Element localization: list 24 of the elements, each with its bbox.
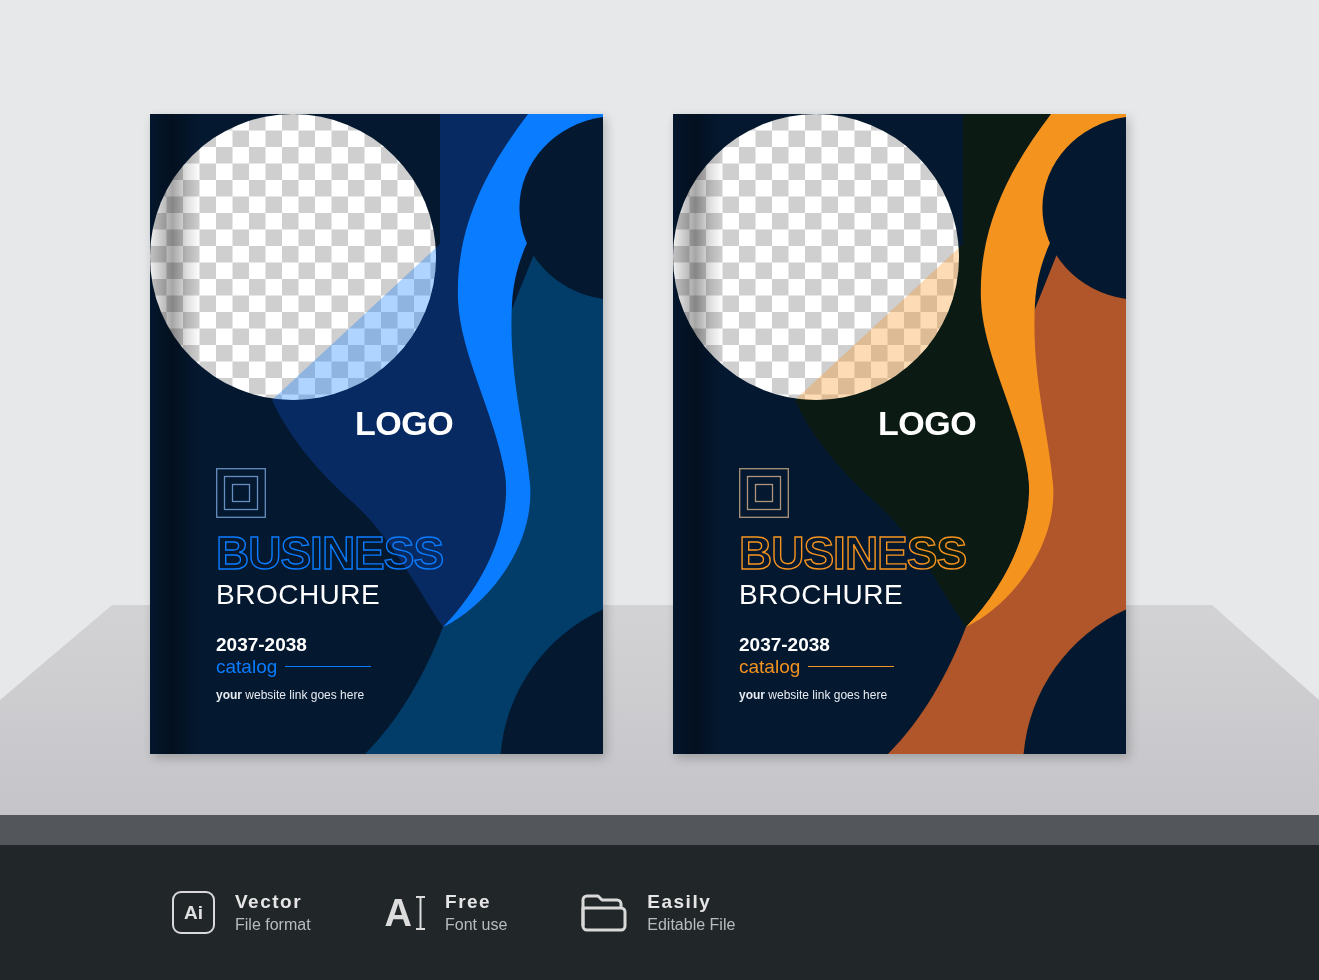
feature-subtitle: File format [235,917,311,933]
format-badge: Ai [172,891,215,934]
feature-subtitle: Editable File [647,917,736,933]
website-text: your website link goes here [216,689,365,701]
subtitle-text: BROCHURE [739,581,904,609]
year-text: 2037-2038 [216,635,307,654]
catalog-text: catalog [739,657,801,676]
feature-title: Vector [235,892,304,911]
feature-subtitle: Font use [445,917,508,933]
title-text: BUSINESS [739,530,967,576]
title-text: BUSINESS [216,530,444,576]
logo-text: LOGO [878,406,977,440]
concentric-squares-icon [739,468,789,518]
year-text: 2037-2038 [739,635,830,654]
feature-title: Free [445,892,493,911]
catalog-text: catalog [216,657,278,676]
subtitle-text: BROCHURE [216,581,381,609]
text-cursor-icon [416,895,426,930]
font-glyph: A [384,893,413,932]
website-text: your website link goes here [739,689,888,701]
concentric-squares-icon [216,468,266,518]
logo-text: LOGO [355,406,454,440]
feature-title: Easily [647,892,713,911]
folder-icon [581,893,628,932]
